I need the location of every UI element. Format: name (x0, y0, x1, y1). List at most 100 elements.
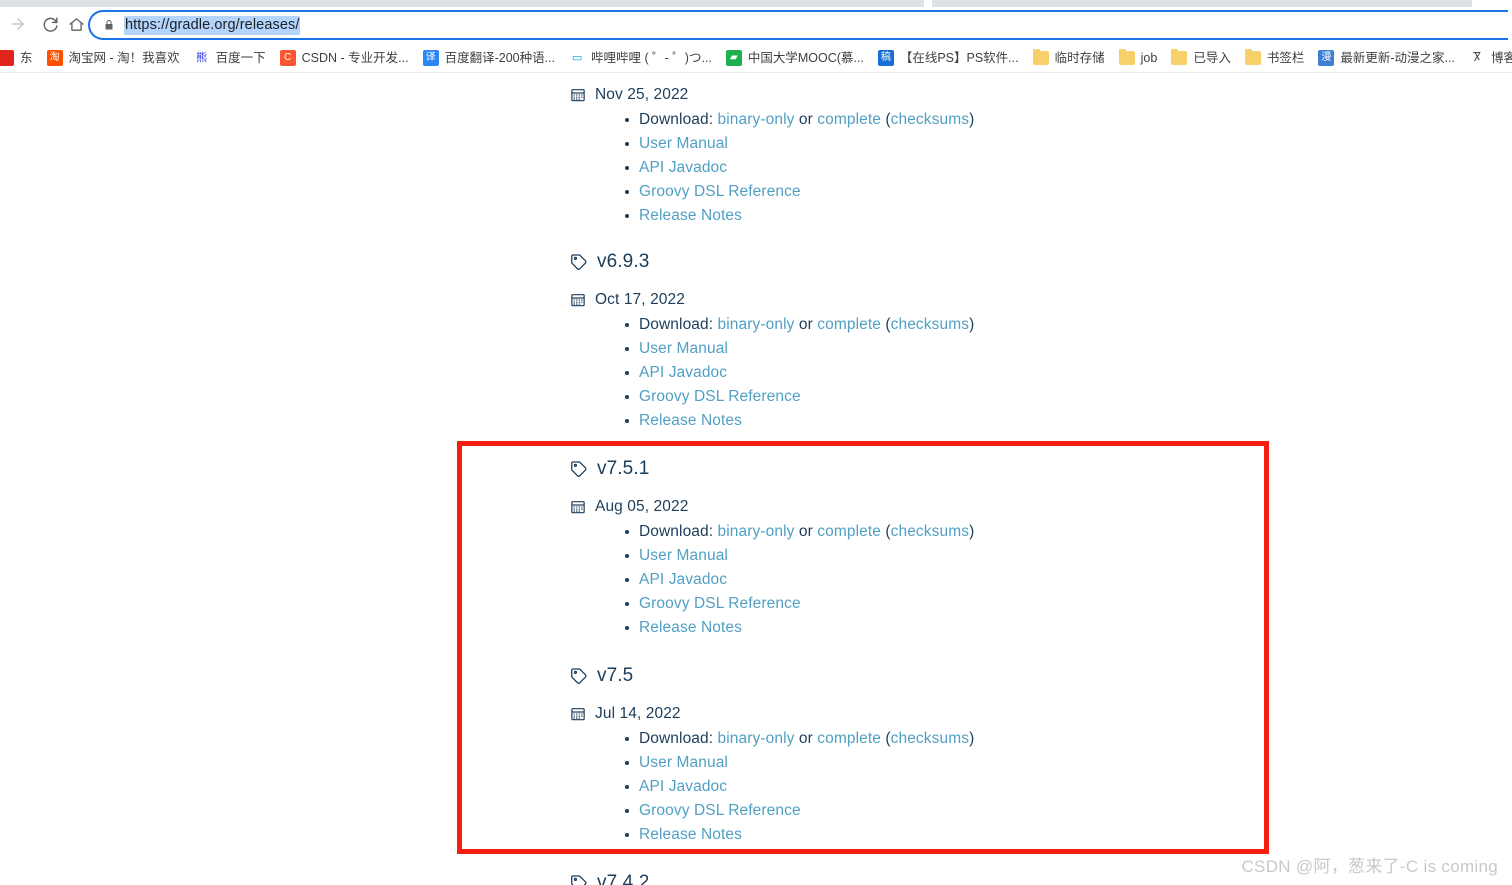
bookmark-label: 哔哩哔哩 ( ゜- ゜)つ... (591, 51, 712, 65)
release-date: Nov 25, 2022 (595, 86, 689, 103)
bookmark-item[interactable]: 已导入 (1165, 46, 1237, 70)
release-notes-link[interactable]: Release Notes (639, 207, 742, 224)
taobao-icon: 淘 (46, 50, 63, 66)
complete-link[interactable]: complete (817, 111, 881, 128)
binary-only-link[interactable]: binary-only (718, 111, 795, 128)
bookmark-item[interactable]: job (1113, 46, 1164, 70)
groovy-dsl-reference-link[interactable]: Groovy DSL Reference (639, 802, 801, 819)
bookmark-item[interactable]: 东 (0, 46, 39, 70)
release-link-item: User Manual (624, 751, 974, 775)
bookmark-item[interactable]: 淘淘宝网 - 淘！我喜欢 (41, 46, 186, 70)
cnblogs-icon: Ⴟ (1468, 50, 1485, 66)
paren-close: ) (969, 730, 975, 747)
tab-strip (0, 0, 1512, 7)
bookmark-label: 百度翻译-200种语... (444, 51, 556, 65)
groovy-dsl-reference-link[interactable]: Groovy DSL Reference (639, 388, 801, 405)
bookmark-item[interactable]: ▰ 中国大学MOOC(慕... (720, 46, 870, 70)
user-manual-link[interactable]: User Manual (639, 340, 728, 357)
bookmark-item[interactable]: 漫最新更新-动漫之家... (1312, 46, 1461, 70)
release-links-list: Download: binary-only or complete (check… (570, 520, 974, 640)
mooc-icon: ▰ (725, 50, 742, 66)
checksums-link[interactable]: checksums (891, 730, 969, 747)
release-notes-link[interactable]: Release Notes (639, 826, 742, 843)
or-text: or (794, 111, 818, 128)
bookmark-item[interactable]: 熊百度一下 (188, 46, 272, 70)
bookmark-label: 书签栏 (1266, 51, 1305, 65)
complete-link[interactable]: complete (817, 316, 881, 333)
bookmark-item[interactable]: 临时存储 (1027, 46, 1111, 70)
api-javadoc-link[interactable]: API Javadoc (639, 778, 727, 795)
release-entry: v7.5 Jul 14, 2022 Download: binary-only or… (570, 663, 974, 847)
release-notes-link[interactable]: Release Notes (639, 412, 742, 429)
release-link-item: Release Notes (624, 823, 974, 847)
user-manual-link[interactable]: User Manual (639, 547, 728, 564)
release-link-item: Release Notes (624, 409, 974, 433)
download-prefix: Download: (639, 316, 718, 333)
bookmark-label: 淘宝网 - 淘！我喜欢 (68, 51, 180, 65)
bookmark-item[interactable]: 稿【在线PS】PS软件... (872, 46, 1025, 70)
paren-open: ( (880, 523, 891, 540)
page-content: Nov 25, 2022 Download: binary-only or com… (0, 74, 1512, 885)
release-date-row: Oct 17, 2022 (570, 289, 974, 311)
groovy-dsl-reference-link[interactable]: Groovy DSL Reference (639, 183, 801, 200)
release-link-item: Release Notes (624, 616, 974, 640)
csdn-icon: C (279, 50, 296, 66)
calendar-icon (570, 292, 586, 308)
version-heading: v7.4.2 (570, 870, 649, 885)
release-link-item: User Manual (624, 337, 974, 361)
version-label: v7.5.1 (597, 458, 650, 479)
ps-online-icon: 稿 (877, 50, 894, 66)
checksums-link[interactable]: checksums (891, 111, 969, 128)
release-entry: v6.9.3 Oct 17, 2022 Download: binary-only … (570, 249, 974, 433)
download-prefix: Download: (639, 111, 718, 128)
api-javadoc-link[interactable]: API Javadoc (639, 159, 727, 176)
address-bar[interactable]: https://gradle.org/releases/ (88, 10, 1508, 40)
complete-link[interactable]: complete (817, 730, 881, 747)
version-heading: v7.5.1 (570, 456, 974, 482)
api-javadoc-link[interactable]: API Javadoc (639, 364, 727, 381)
release-link-item: Release Notes (624, 204, 974, 228)
bookmark-item[interactable]: C CSDN - 专业开发... (274, 46, 415, 70)
api-javadoc-link[interactable]: API Javadoc (639, 571, 727, 588)
binary-only-link[interactable]: binary-only (718, 730, 795, 747)
tag-icon (570, 667, 588, 685)
release-date: Aug 05, 2022 (595, 498, 689, 515)
url-text[interactable]: https://gradle.org/releases/ (124, 15, 301, 35)
bookmark-item[interactable]: 译百度翻译-200种语... (417, 46, 561, 70)
calendar-icon (570, 87, 586, 103)
checksums-link[interactable]: checksums (891, 316, 969, 333)
user-manual-link[interactable]: User Manual (639, 754, 728, 771)
bookmark-label: 东 (20, 51, 33, 65)
dmzj-icon: 漫 (1318, 50, 1335, 66)
bookmark-item[interactable]: 书签栏 (1239, 46, 1311, 70)
folder-icon (1118, 49, 1135, 65)
complete-link[interactable]: complete (817, 523, 881, 540)
reload-icon[interactable] (36, 10, 64, 38)
download-row: Download: binary-only or complete (check… (624, 313, 974, 337)
home-icon[interactable] (62, 10, 90, 38)
forward-arrow-icon[interactable] (4, 10, 32, 38)
download-row: Download: binary-only or complete (check… (624, 727, 975, 751)
user-manual-link[interactable]: User Manual (639, 135, 728, 152)
checksums-link[interactable]: checksums (891, 523, 969, 540)
release-date-row: Aug 05, 2022 (570, 496, 974, 518)
paren-open: ( (880, 730, 891, 747)
version-heading: v6.9.3 (570, 249, 974, 275)
release-link-item: Groovy DSL Reference (624, 799, 974, 823)
tag-icon (570, 874, 588, 885)
bookmark-label: 已导入 (1193, 51, 1231, 65)
release-date: Jul 14, 2022 (595, 705, 681, 722)
paren-close: ) (969, 111, 975, 128)
download-row: Download: binary-only or complete (check… (624, 108, 975, 132)
version-label: v6.9.3 (597, 251, 650, 272)
bookmark-item[interactable]: ▭ 哔哩哔哩 ( ゜- ゜)つ... (563, 46, 718, 70)
release-notes-link[interactable]: Release Notes (639, 619, 742, 636)
tag-icon (570, 460, 588, 478)
binary-only-link[interactable]: binary-only (718, 523, 795, 540)
release-entry: v7.5.1 Aug 05, 2022 Download: binary-only … (570, 456, 974, 640)
groovy-dsl-reference-link[interactable]: Groovy DSL Reference (639, 595, 801, 612)
fanyi-icon: 译 (422, 50, 439, 66)
binary-only-link[interactable]: binary-only (718, 316, 795, 333)
bookmark-label: 百度一下 (215, 51, 266, 65)
bookmark-item[interactable]: Ⴟ 博客园 (1463, 46, 1512, 70)
